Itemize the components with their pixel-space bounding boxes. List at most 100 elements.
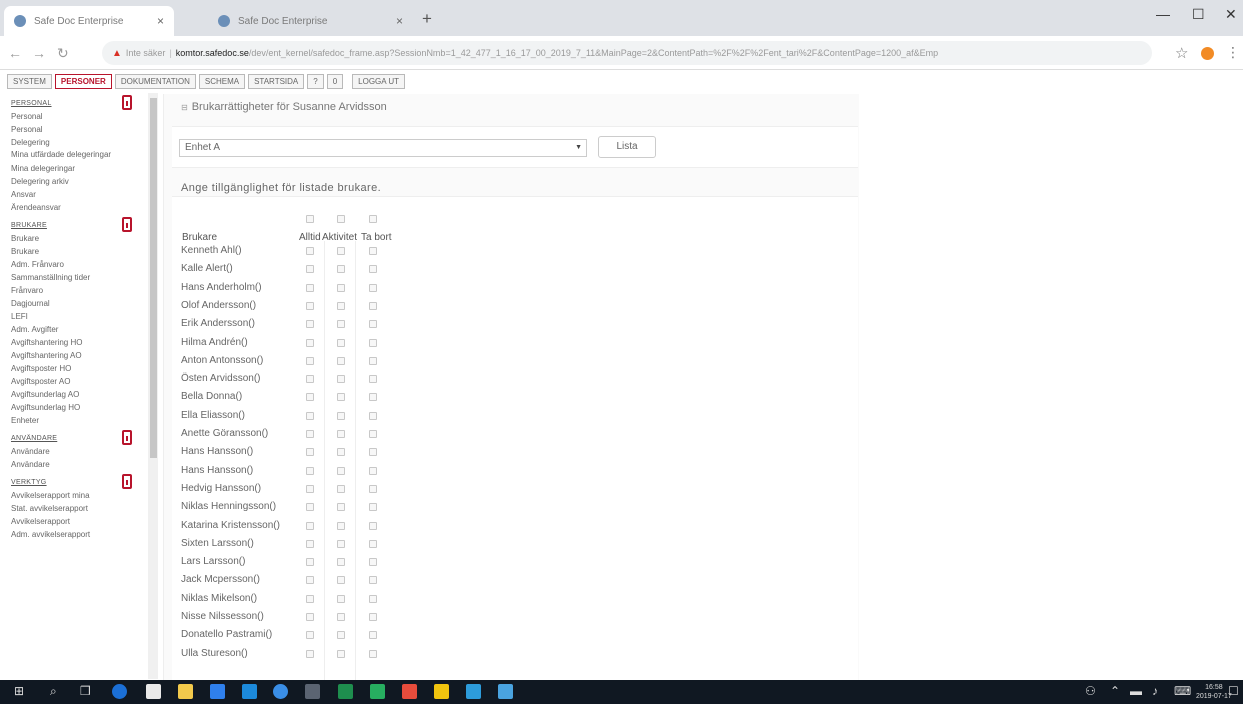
sidebar-item[interactable]: Personal	[11, 124, 147, 137]
row-checkbox[interactable]	[369, 631, 377, 639]
row-checkbox[interactable]	[369, 558, 377, 566]
row-checkbox[interactable]	[337, 357, 345, 365]
browser-tab-2[interactable]: Safe Doc Enterprise ×	[208, 6, 413, 36]
row-checkbox[interactable]	[369, 503, 377, 511]
menu-personer[interactable]: PERSONER	[54, 73, 112, 89]
row-checkbox[interactable]	[337, 485, 345, 493]
sidebar-item[interactable]: Enheter	[11, 415, 147, 428]
row-checkbox[interactable]	[369, 595, 377, 603]
sidebar-item[interactable]: Avvikelserapport	[11, 516, 147, 529]
row-checkbox[interactable]	[369, 357, 377, 365]
menu-kebab-icon[interactable]: ⋮	[1226, 44, 1240, 61]
row-checkbox[interactable]	[369, 650, 377, 658]
sidebar-item[interactable]: Sammanställning tider	[11, 272, 147, 285]
app-icon[interactable]	[305, 684, 320, 699]
sidebar-item[interactable]: Mina utfärdade delegeringar	[11, 150, 147, 163]
sidebar-item[interactable]: Avvikelserapport mina	[11, 490, 147, 503]
sidebar-item[interactable]: Ärendeansvar	[11, 202, 147, 215]
row-checkbox[interactable]	[337, 522, 345, 530]
row-checkbox[interactable]	[369, 430, 377, 438]
sidebar-item[interactable]: Avgiftsunderlag HO	[11, 402, 147, 415]
tray-arrow-icon[interactable]: ⌃	[1110, 684, 1120, 698]
app-icon[interactable]	[498, 684, 513, 699]
edge-icon[interactable]	[112, 684, 127, 699]
menu-dokumentation[interactable]: DOKUMENTATION	[114, 73, 196, 89]
maximize-icon[interactable]: ☐	[1192, 6, 1205, 23]
row-checkbox[interactable]	[306, 485, 314, 493]
row-checkbox[interactable]	[306, 467, 314, 475]
browser-tab-1[interactable]: Safe Doc Enterprise ×	[4, 6, 174, 36]
volume-icon[interactable]: ♪	[1152, 684, 1158, 698]
row-checkbox[interactable]	[337, 503, 345, 511]
select-all-checkbox[interactable]	[337, 215, 345, 223]
app-icon[interactable]	[466, 684, 481, 699]
app-icon[interactable]	[370, 684, 385, 699]
row-checkbox[interactable]	[306, 284, 314, 292]
row-checkbox[interactable]	[306, 357, 314, 365]
sidebar-item[interactable]: Dagjournal	[11, 298, 147, 311]
bookmark-star-icon[interactable]: ☆	[1175, 44, 1188, 62]
row-checkbox[interactable]	[369, 540, 377, 548]
menu-startsida[interactable]: STARTSIDA	[248, 73, 305, 89]
row-checkbox[interactable]	[337, 576, 345, 584]
row-checkbox[interactable]	[306, 247, 314, 255]
row-checkbox[interactable]	[337, 595, 345, 603]
app-icon[interactable]	[242, 684, 257, 699]
row-checkbox[interactable]	[306, 631, 314, 639]
new-tab-button[interactable]: +	[422, 9, 432, 29]
row-checkbox[interactable]	[306, 448, 314, 456]
row-checkbox[interactable]	[337, 650, 345, 658]
sidebar-item[interactable]: Avgiftsposter AO	[11, 376, 147, 389]
row-checkbox[interactable]	[306, 430, 314, 438]
row-checkbox[interactable]	[369, 467, 377, 475]
lista-button[interactable]: Lista	[598, 136, 656, 158]
ie-icon[interactable]	[273, 684, 288, 699]
sidebar-item[interactable]: Frånvaro	[11, 285, 147, 298]
file-explorer-icon[interactable]	[178, 684, 193, 699]
collapse-icon[interactable]: ⊟	[181, 103, 188, 112]
sidebar-item[interactable]: Ansvar	[11, 189, 147, 202]
menu-help[interactable]: ?	[307, 73, 324, 89]
sidebar-item[interactable]: Adm. Avgifter	[11, 324, 147, 337]
row-checkbox[interactable]	[337, 412, 345, 420]
network-icon[interactable]: ▬	[1130, 684, 1142, 698]
minimize-icon[interactable]: —	[1156, 6, 1170, 22]
menu-system[interactable]: SYSTEM	[7, 73, 52, 89]
row-checkbox[interactable]	[306, 265, 314, 273]
row-checkbox[interactable]	[306, 320, 314, 328]
row-checkbox[interactable]	[306, 522, 314, 530]
row-checkbox[interactable]	[337, 247, 345, 255]
row-checkbox[interactable]	[306, 540, 314, 548]
extension-icon[interactable]	[1201, 47, 1214, 60]
row-checkbox[interactable]	[306, 576, 314, 584]
row-checkbox[interactable]	[369, 522, 377, 530]
row-checkbox[interactable]	[369, 320, 377, 328]
sidebar-item[interactable]: Avgiftshantering AO	[11, 350, 147, 363]
address-bar[interactable]: ▲ Inte säker | komtor.safedoc.se /dev/en…	[102, 41, 1152, 65]
windows-start-icon[interactable]: ⊞	[14, 684, 24, 698]
row-checkbox[interactable]	[306, 503, 314, 511]
row-checkbox[interactable]	[337, 375, 345, 383]
row-checkbox[interactable]	[306, 339, 314, 347]
row-checkbox[interactable]	[337, 339, 345, 347]
sidebar-item[interactable]: Avgiftshantering HO	[11, 337, 147, 350]
select-all-checkbox[interactable]	[369, 215, 377, 223]
row-checkbox[interactable]	[337, 613, 345, 621]
row-checkbox[interactable]	[337, 448, 345, 456]
row-checkbox[interactable]	[369, 412, 377, 420]
row-checkbox[interactable]	[369, 247, 377, 255]
row-checkbox[interactable]	[369, 302, 377, 310]
row-checkbox[interactable]	[306, 558, 314, 566]
row-checkbox[interactable]	[369, 375, 377, 383]
row-checkbox[interactable]	[306, 375, 314, 383]
row-checkbox[interactable]	[337, 430, 345, 438]
sidebar-item[interactable]: Användare	[11, 446, 147, 459]
menu-counter[interactable]: 0	[326, 73, 344, 89]
row-checkbox[interactable]	[337, 320, 345, 328]
sidebar-item[interactable]: Mina delegeringar	[11, 163, 147, 176]
row-checkbox[interactable]	[337, 631, 345, 639]
keyboard-icon[interactable]: ⌨	[1174, 684, 1191, 698]
row-checkbox[interactable]	[369, 448, 377, 456]
search-icon[interactable]: ⌕	[50, 684, 57, 699]
row-checkbox[interactable]	[306, 302, 314, 310]
